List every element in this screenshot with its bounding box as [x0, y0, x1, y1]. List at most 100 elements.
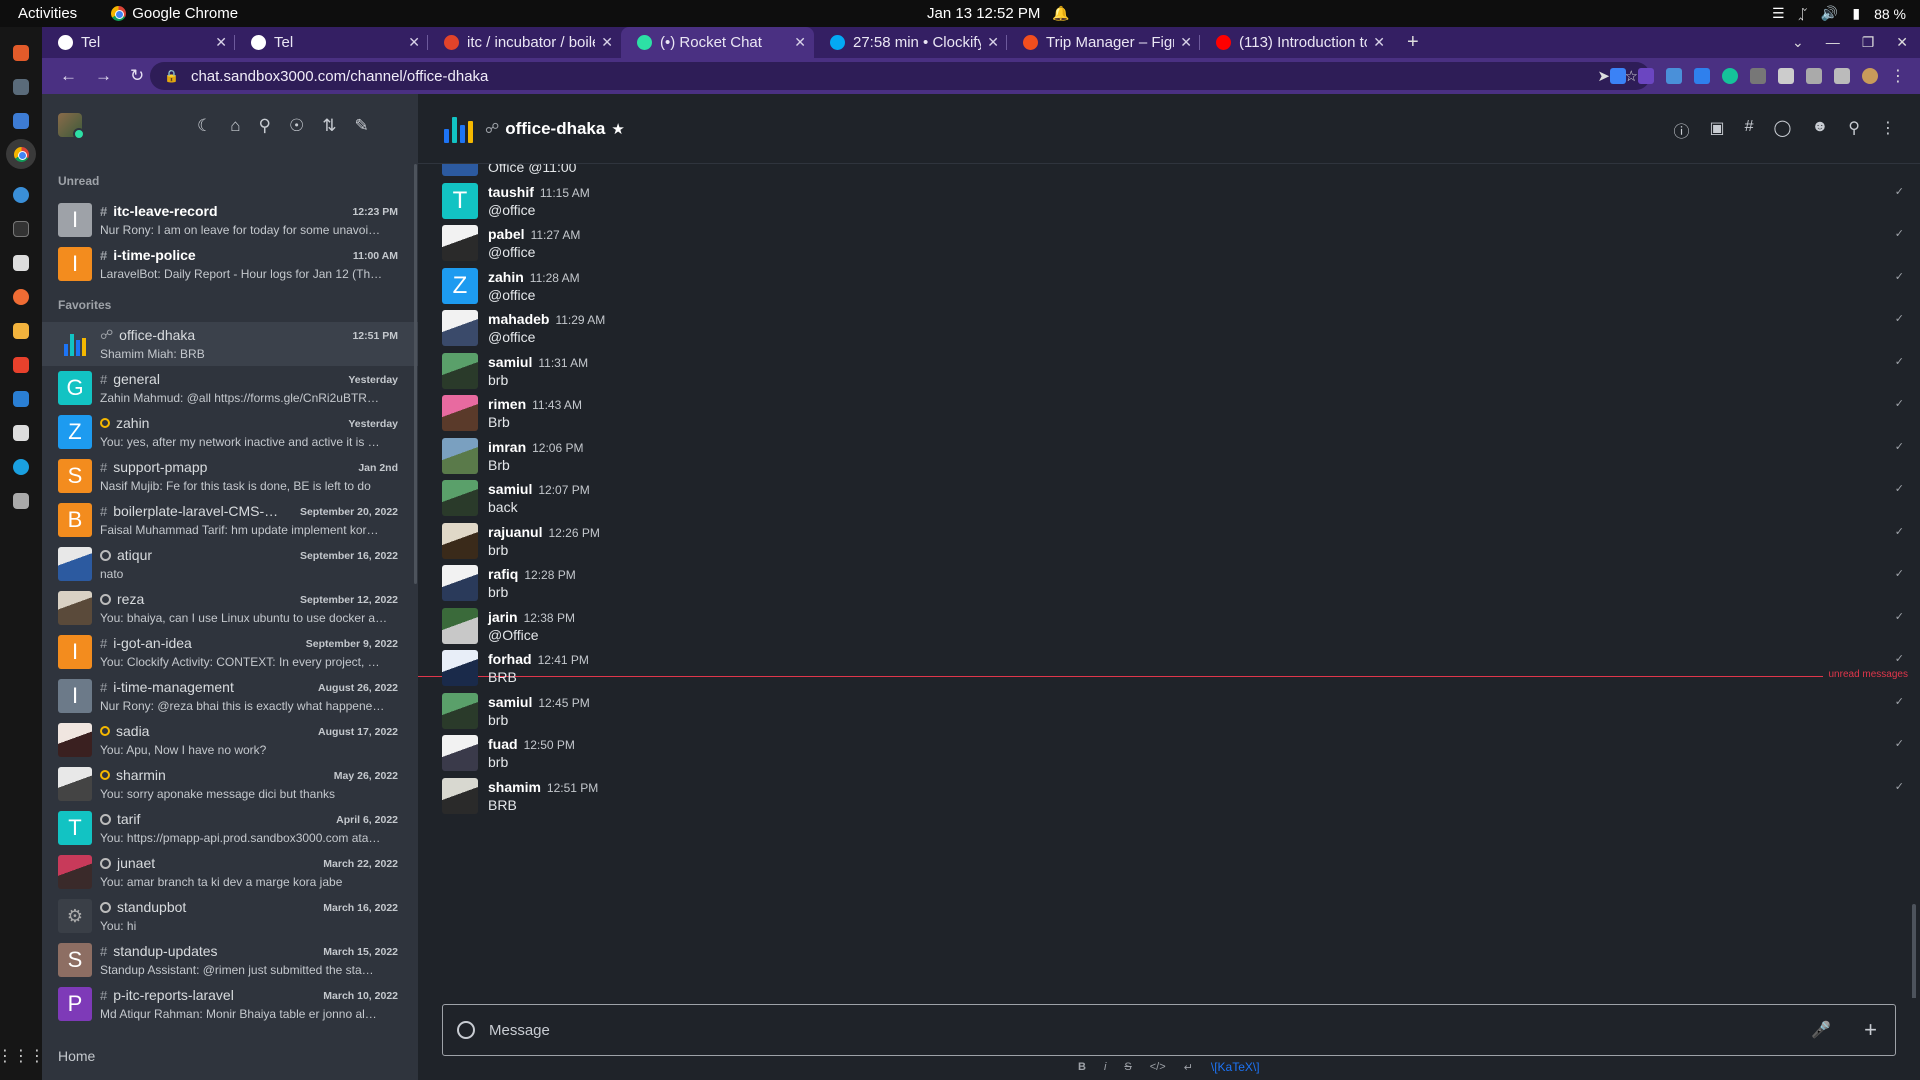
message-username[interactable]: rajuanul 12:26 PM	[488, 524, 600, 540]
download-ext-icon[interactable]	[1610, 68, 1626, 84]
favorite-star-icon[interactable]: ★	[611, 120, 624, 138]
minimize-icon[interactable]: —	[1826, 34, 1840, 51]
skype-icon[interactable]	[13, 459, 29, 475]
tab-close-icon[interactable]: ✕	[1373, 34, 1385, 51]
directory-icon[interactable]: ☉	[289, 116, 304, 136]
bold-button[interactable]: B	[1078, 1061, 1086, 1073]
composer-plus-icon[interactable]: +	[1864, 1017, 1877, 1043]
home-link[interactable]: Home	[58, 1048, 95, 1064]
browser-tab[interactable]: (113) Introduction to Lar ✕	[1200, 27, 1393, 58]
sidebar-item-boilerplate-laravel-cms-[interactable]: B # boilerplate-laravel-CMS-… Faisal Muhamm…	[42, 498, 418, 542]
chat-message[interactable]: shamim 12:51 PM ✓ BRB	[442, 772, 1904, 824]
chrome-dock-icon[interactable]	[6, 139, 36, 169]
app-menu[interactable]: Google Chrome	[111, 5, 238, 22]
message-username[interactable]: rimen 11:43 AM	[488, 396, 582, 412]
tab-search-icon[interactable]: ⌄	[1792, 34, 1804, 51]
message-avatar[interactable]	[442, 777, 478, 814]
message-avatar[interactable]	[442, 650, 478, 686]
message-avatar[interactable]: Z	[442, 267, 478, 304]
sidebar-item-i-time-police[interactable]: I # i-time-police LaravelBot: Daily Report …	[42, 242, 418, 286]
message-avatar[interactable]	[442, 437, 478, 474]
message-avatar[interactable]	[442, 225, 478, 261]
lock-icon[interactable]: 🔒	[164, 69, 179, 83]
message-input[interactable]	[489, 1021, 1809, 1039]
tab-close-icon[interactable]: ✕	[408, 34, 420, 51]
sidebar-item-standup-updates[interactable]: S # standup-updates Standup Assistant: @rim…	[42, 938, 418, 982]
activities-button[interactable]: Activities	[18, 5, 77, 22]
home-icon[interactable]: ⌂	[230, 116, 240, 136]
search-icon[interactable]: ⚲	[259, 116, 271, 136]
tab-close-icon[interactable]: ✕	[987, 34, 999, 51]
telegram-icon[interactable]	[13, 187, 29, 203]
message-username[interactable]: rafiq 12:28 PM	[488, 566, 576, 582]
browser-tab[interactable]: Tel ✕	[42, 27, 235, 58]
message-avatar[interactable]	[442, 480, 478, 516]
sidebar-item-atiqur[interactable]: atiqur nato September 16, 2022	[42, 542, 418, 586]
sidebar-scrollbar[interactable]	[414, 164, 417, 584]
sort-icon[interactable]: ⇅	[322, 116, 336, 136]
tab-close-icon[interactable]: ✕	[215, 34, 227, 51]
multiline-icon[interactable]: ↵	[1184, 1061, 1193, 1074]
notification-bell-icon[interactable]: 🔔	[1052, 5, 1069, 22]
italic-button[interactable]: i	[1104, 1061, 1106, 1073]
close-window-icon[interactable]: ✕	[1896, 34, 1908, 51]
docs-icon[interactable]	[13, 113, 29, 129]
sidebar-item-office-dhaka[interactable]: ☍ office-dhaka Shamim Miah: BRB 12:51 PM	[42, 322, 418, 366]
message-username[interactable]: samiul 12:45 PM	[488, 694, 590, 710]
message-composer[interactable]: 🎤 +	[442, 1004, 1896, 1056]
room-kebab-menu-icon[interactable]: ⋮	[1880, 118, 1896, 142]
microphone-icon[interactable]: 🎤	[1811, 1020, 1831, 1040]
sidebar-item-support-pmapp[interactable]: S # support-pmapp Nasif Mujib: Fe for this …	[42, 454, 418, 498]
browser-tab[interactable]: itc / incubator / boilerplat ✕	[428, 27, 621, 58]
browser-tab[interactable]: (•) Rocket Chat ✕	[621, 27, 814, 58]
message-avatar[interactable]: T	[442, 182, 478, 219]
dark-mode-icon[interactable]: ☾	[197, 116, 212, 136]
files-icon[interactable]	[13, 79, 29, 95]
sidebar-item-reza[interactable]: reza You: bhaiya, can I use Linux ubuntu …	[42, 586, 418, 630]
system-tray[interactable]: ☰ ᛢ 🔊 ▮ 88 %	[1772, 5, 1906, 22]
back-icon[interactable]: ←	[60, 66, 77, 86]
firefox-icon[interactable]	[13, 45, 29, 61]
app-icon-u[interactable]	[13, 255, 29, 271]
share-icon[interactable]: ➤	[1597, 67, 1610, 85]
message-username[interactable]: zahin 11:28 AM	[488, 269, 580, 285]
forward-icon[interactable]: →	[95, 66, 112, 86]
reading-list-icon[interactable]	[1806, 68, 1822, 84]
message-username[interactable]: mahadeb 11:29 AM	[488, 311, 605, 327]
members-icon[interactable]: ☻	[1811, 118, 1828, 142]
message-username[interactable]: forhad 12:41 PM	[488, 651, 589, 667]
sidebar-item-zahin[interactable]: Zzahin You: yes, after my network inactiv…	[42, 410, 418, 454]
message-username[interactable]: pabel 11:27 AM	[488, 226, 580, 242]
trash-icon[interactable]	[13, 493, 29, 509]
extensions-puzzle-icon[interactable]	[1778, 68, 1794, 84]
sidebar-item-sadia[interactable]: sadia You: Apu, Now I have no work? August…	[42, 718, 418, 762]
team-channels-icon[interactable]: #	[1745, 118, 1754, 142]
tab-close-icon[interactable]: ✕	[1180, 34, 1192, 51]
clock[interactable]: Jan 13 12:52 PM	[927, 5, 1040, 22]
chrome-menu-icon[interactable]: ⋮	[1890, 66, 1906, 86]
message-avatar[interactable]	[442, 522, 478, 559]
message-username[interactable]: samiul 12:07 PM	[488, 481, 590, 497]
message-avatar[interactable]	[442, 565, 478, 601]
message-avatar[interactable]	[442, 164, 478, 176]
message-scrollbar[interactable]	[1912, 904, 1916, 998]
sidebar-item-sharmin[interactable]: sharmin You: sorry aponake message dici b…	[42, 762, 418, 806]
message-username[interactable]: samiul 11:31 AM	[488, 354, 588, 370]
notes-icon[interactable]	[13, 323, 29, 339]
message-avatar[interactable]	[442, 692, 478, 729]
discussions-icon[interactable]: ◯	[1774, 118, 1792, 142]
show-apps-icon[interactable]: ⋮⋮⋮	[0, 1046, 45, 1066]
room-info-icon[interactable]: ⓘ	[1673, 118, 1689, 142]
message-username[interactable]: jarin 12:38 PM	[488, 609, 575, 625]
browser-tab[interactable]: Trip Manager – Figma ✕	[1007, 27, 1200, 58]
translate-ext-icon[interactable]	[1666, 68, 1682, 84]
sidebar-item-p-itc-reports-laravel[interactable]: P # p-itc-reports-laravel Md Atiqur Rahman:…	[42, 982, 418, 1026]
message-avatar[interactable]	[442, 352, 478, 389]
address-bar[interactable]: 🔒 chat.sandbox3000.com/channel/office-dh…	[150, 62, 1650, 90]
message-avatar[interactable]	[442, 735, 478, 771]
katex-button[interactable]: \[KaTeX\]	[1211, 1060, 1260, 1074]
sidebar-item-i-got-an-idea[interactable]: I # i-got-an-idea You: Clockify Activity: C…	[42, 630, 418, 674]
message-username[interactable]: fuad 12:50 PM	[488, 736, 575, 752]
message-avatar[interactable]	[442, 607, 478, 644]
terminal-icon[interactable]	[13, 221, 29, 237]
